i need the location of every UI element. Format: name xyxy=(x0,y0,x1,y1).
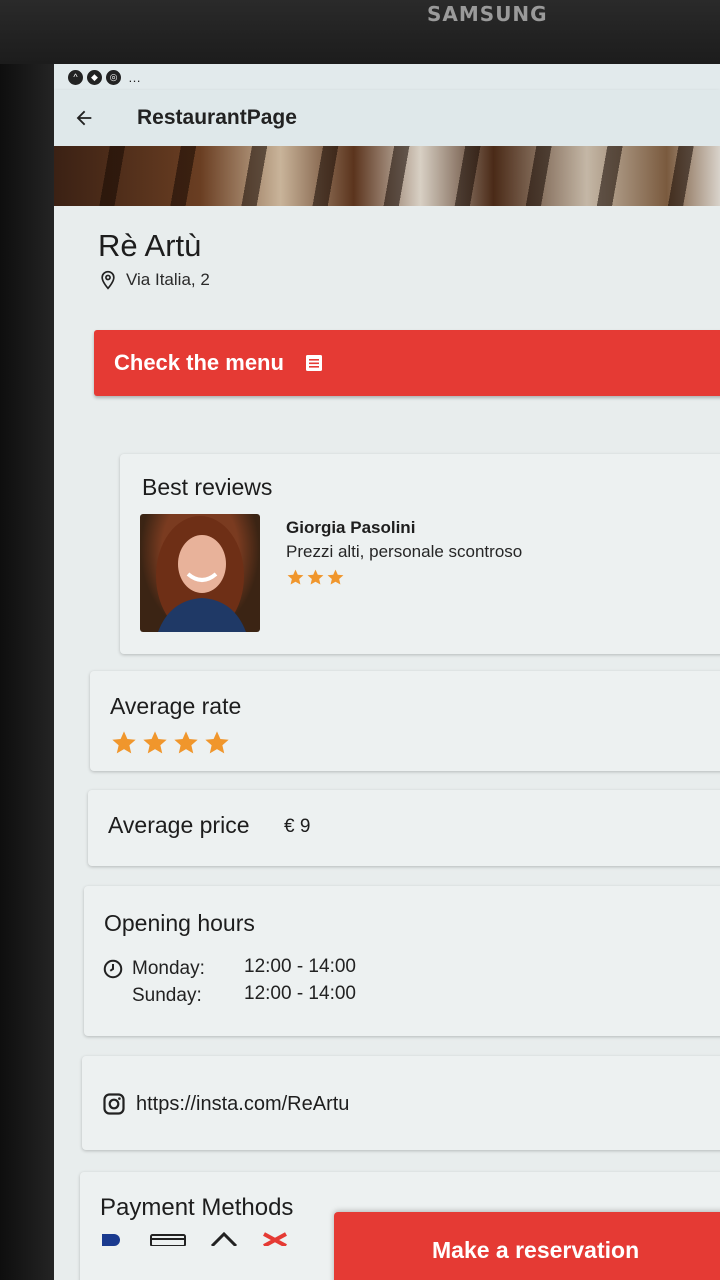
arrow-back-icon xyxy=(76,110,92,126)
make-reservation-button[interactable]: Make a reservation xyxy=(334,1212,720,1280)
more-notifications-icon: … xyxy=(128,69,141,85)
payment-app-icon xyxy=(210,1232,238,1246)
instagram-url: https://insta.com/ReArtu xyxy=(136,1092,350,1115)
star-icon xyxy=(112,731,136,754)
hours-time: 12:00 - 14:00 xyxy=(244,983,356,1004)
average-price-value: € 9 xyxy=(284,816,311,837)
back-button[interactable] xyxy=(54,90,114,146)
star-icon xyxy=(205,731,229,754)
star-icon xyxy=(287,569,304,585)
payment-methods-title: Payment Methods xyxy=(100,1194,294,1221)
star-icon xyxy=(307,569,324,585)
instagram-link[interactable]: https://insta.com/ReArtu xyxy=(102,1092,349,1116)
best-reviews-card: Best reviews Giorgia Pasolini Prezzi alt… xyxy=(120,454,720,654)
opening-hours-card: Opening hours Monday: 12:00 - 14:00 Sund… xyxy=(84,886,720,1036)
location-icon xyxy=(101,270,115,290)
hours-time: 12:00 - 14:00 xyxy=(244,956,356,977)
menu-list-icon xyxy=(305,355,322,371)
restaurant-address: Via Italia, 2 xyxy=(98,270,210,290)
credit-card-icon xyxy=(150,1234,186,1246)
average-rate-stars xyxy=(110,729,231,757)
restaurant-name: Rè Artù xyxy=(98,228,202,263)
review-stars xyxy=(286,568,345,587)
check-menu-label: Check the menu xyxy=(114,350,284,375)
instagram-icon xyxy=(103,1093,125,1115)
payment-icons xyxy=(100,1232,288,1246)
satispay-icon xyxy=(263,1232,287,1246)
restaurant-details: Rè Artù Via Italia, 2 Check the menu Bes… xyxy=(54,206,720,1280)
page-title: RestaurantPage xyxy=(137,106,297,129)
make-reservation-label: Make a reservation xyxy=(432,1237,640,1263)
app-bar: RestaurantPage xyxy=(54,90,720,146)
hours-day: Sunday: xyxy=(132,985,202,1006)
star-icon xyxy=(174,731,198,754)
device-brand: SAMSUNG xyxy=(427,2,548,26)
average-price-card: Average price € 9 xyxy=(88,790,720,866)
reviewer-name: Giorgia Pasolini xyxy=(286,518,416,537)
review-text: Prezzi alti, personale scontroso xyxy=(286,542,523,561)
best-reviews-title: Best reviews xyxy=(142,474,273,500)
paypal-icon xyxy=(102,1234,120,1246)
notification-icon: ◆ xyxy=(87,69,102,85)
average-rate-title: Average rate xyxy=(110,693,242,719)
hours-day: Monday: xyxy=(132,958,205,979)
screen: ^ ◆ ◎ … RestaurantPage Rè Artù Via Itali… xyxy=(54,64,720,1280)
address-text: Via Italia, 2 xyxy=(126,270,210,289)
device-bezel: SAMSUNG xyxy=(0,0,720,64)
star-icon xyxy=(327,569,344,585)
clock-icon xyxy=(103,959,123,979)
notification-icon: ◎ xyxy=(106,69,121,85)
check-menu-button[interactable]: Check the menu xyxy=(94,330,720,396)
average-price-title: Average price xyxy=(108,812,250,838)
average-rate-card: Average rate xyxy=(90,671,720,771)
opening-hours-title: Opening hours xyxy=(104,910,255,936)
restaurant-hero-image xyxy=(54,146,720,206)
reviewer-avatar xyxy=(140,514,260,632)
device-bezel-left xyxy=(0,64,54,1280)
instagram-card: https://insta.com/ReArtu xyxy=(82,1056,720,1150)
star-icon xyxy=(143,731,167,754)
status-bar: ^ ◆ ◎ … xyxy=(54,64,720,90)
notification-icon: ^ xyxy=(68,69,83,85)
